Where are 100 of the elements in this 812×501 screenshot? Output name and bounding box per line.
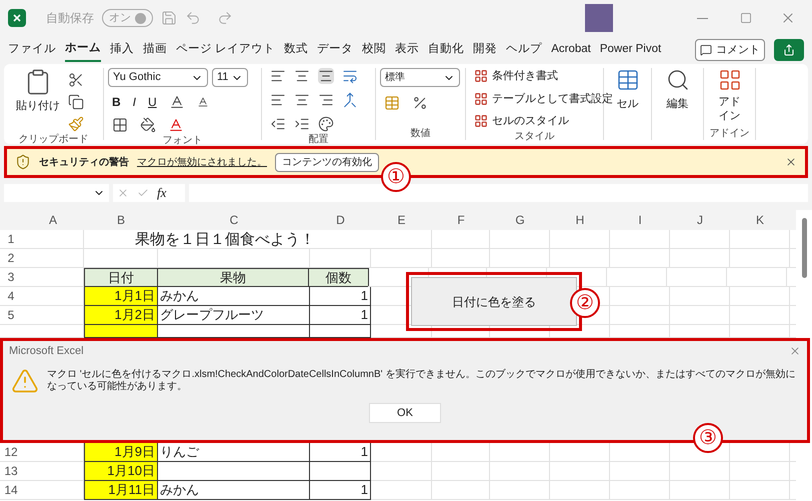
grid-cell <box>371 481 432 500</box>
font-name-field[interactable]: Yu Gothic <box>108 68 208 87</box>
font-size-field[interactable]: 11 <box>212 68 248 87</box>
align-right-icon <box>318 92 334 108</box>
border-icon <box>112 117 128 133</box>
menu-tab[interactable]: 開発 <box>473 38 498 62</box>
menu-tab[interactable]: 校閲 <box>362 38 386 62</box>
grid-icon <box>474 114 488 128</box>
grid-cell <box>670 481 730 500</box>
grid-cell <box>610 462 670 481</box>
align-bottom-icon <box>318 68 334 84</box>
app-logo-icon <box>8 9 26 27</box>
editing-button[interactable]: 編集 <box>656 68 699 112</box>
font-style-button[interactable]: U <box>148 93 157 111</box>
grid-cell <box>490 462 550 481</box>
column-header: K <box>754 212 765 229</box>
dialog-title: Microsoft Excel <box>9 344 84 359</box>
grid-cell <box>371 249 432 268</box>
grid-cell <box>610 325 670 338</box>
style-menu-button[interactable]: テーブルとして書式設定 <box>474 90 613 107</box>
grid-cell <box>667 268 727 287</box>
grid-cell <box>432 443 490 462</box>
scrollbar-thumb[interactable] <box>802 218 806 278</box>
comment-icon <box>700 44 712 56</box>
column-header: G <box>514 212 526 229</box>
maximize-icon <box>740 12 752 24</box>
formula-input[interactable] <box>189 184 808 202</box>
menu-tab[interactable]: 表示 <box>395 38 420 62</box>
share-icon <box>783 44 795 56</box>
date-cell: 1月10日 <box>84 462 158 481</box>
grid-icon <box>474 92 488 106</box>
grid-cell <box>670 306 730 325</box>
table-cell: りんご <box>158 443 310 462</box>
close-icon <box>785 156 797 168</box>
grid-cell <box>490 230 550 249</box>
align-middle-icon <box>294 68 310 84</box>
column-header: C <box>228 212 240 229</box>
enable-content-button[interactable]: コンテンツの有効化 <box>275 152 379 172</box>
search-icon <box>666 68 690 92</box>
security-message-link[interactable]: マクロが無効にされました。 <box>137 154 267 170</box>
undo-icon <box>185 10 201 26</box>
menu-tab[interactable]: ホーム <box>65 38 101 62</box>
grid-cell <box>610 481 670 500</box>
menu-tab[interactable]: 自動化 <box>428 38 464 62</box>
column-header: I <box>637 212 643 229</box>
group-label: 配置 <box>308 132 328 146</box>
menu-tab[interactable]: 描画 <box>143 38 167 62</box>
align-top-icon <box>270 68 286 84</box>
menu-tab[interactable]: 挿入 <box>110 38 134 62</box>
menu-tab[interactable]: ヘルプ <box>506 38 542 62</box>
number-format-field[interactable]: 標準 <box>380 68 460 87</box>
grid-cell <box>550 443 610 462</box>
font-style-button[interactable]: B <box>112 93 121 111</box>
paste-button[interactable]: 貼り付け <box>16 68 60 132</box>
column-header: A <box>48 212 58 229</box>
redo-icon <box>217 10 233 26</box>
menu-tab[interactable]: データ <box>317 38 354 62</box>
grid-cell <box>432 462 490 481</box>
group-label: アドイン <box>710 126 750 140</box>
grid-cell <box>610 306 670 325</box>
copy-icon <box>68 94 84 110</box>
menu-tab[interactable]: ファイル <box>8 38 56 62</box>
ok-button[interactable]: OK <box>369 403 441 423</box>
indent-increase-icon <box>294 116 310 132</box>
menu-tab[interactable]: Power Pivot <box>600 38 662 62</box>
table-cell: グレープフルーツ <box>158 306 310 325</box>
date-cell: 1月1日 <box>84 287 158 306</box>
group-label: スタイル <box>514 130 554 144</box>
scissors-icon <box>68 72 84 88</box>
share-button[interactable] <box>774 39 804 61</box>
close-icon <box>789 345 801 357</box>
menu-tab[interactable]: 数式 <box>284 38 308 62</box>
grid-cell <box>550 249 610 268</box>
grid-cell <box>607 268 667 287</box>
style-menu-button[interactable]: 条件付き書式 <box>474 68 613 84</box>
column-header: E <box>396 212 406 229</box>
table-cell: 1 <box>310 287 371 306</box>
check-icon <box>137 187 149 199</box>
grid-cell <box>22 249 84 268</box>
menu-tab[interactable]: Acrobat <box>551 38 591 62</box>
date-cell: 1月9日 <box>84 443 158 462</box>
grow-font-icon <box>168 94 185 110</box>
font-style-button[interactable]: I <box>132 93 136 111</box>
date-cell: 1月2日 <box>84 306 158 325</box>
grid-cell <box>610 249 670 268</box>
grid-cell <box>432 230 490 249</box>
indent-decrease-icon <box>270 116 286 132</box>
function-label[interactable]: fx <box>157 183 166 203</box>
grid-cell <box>610 230 670 249</box>
comment-button[interactable]: コメント <box>695 39 765 61</box>
menu-tab[interactable]: ページ レイアウト <box>176 38 276 62</box>
save-icon <box>161 10 177 26</box>
table-header-cell: 日付 <box>84 268 158 287</box>
style-menu-button[interactable]: セルのスタイル <box>474 113 613 130</box>
addins-button[interactable]: アドイン <box>708 68 751 124</box>
group-label: 数値 <box>410 126 430 140</box>
macro-button[interactable]: 日付に色を塗る <box>411 277 577 326</box>
column-header: H <box>574 212 586 229</box>
align-center-icon <box>294 92 310 108</box>
table-header-cell: 果物 <box>157 268 309 287</box>
